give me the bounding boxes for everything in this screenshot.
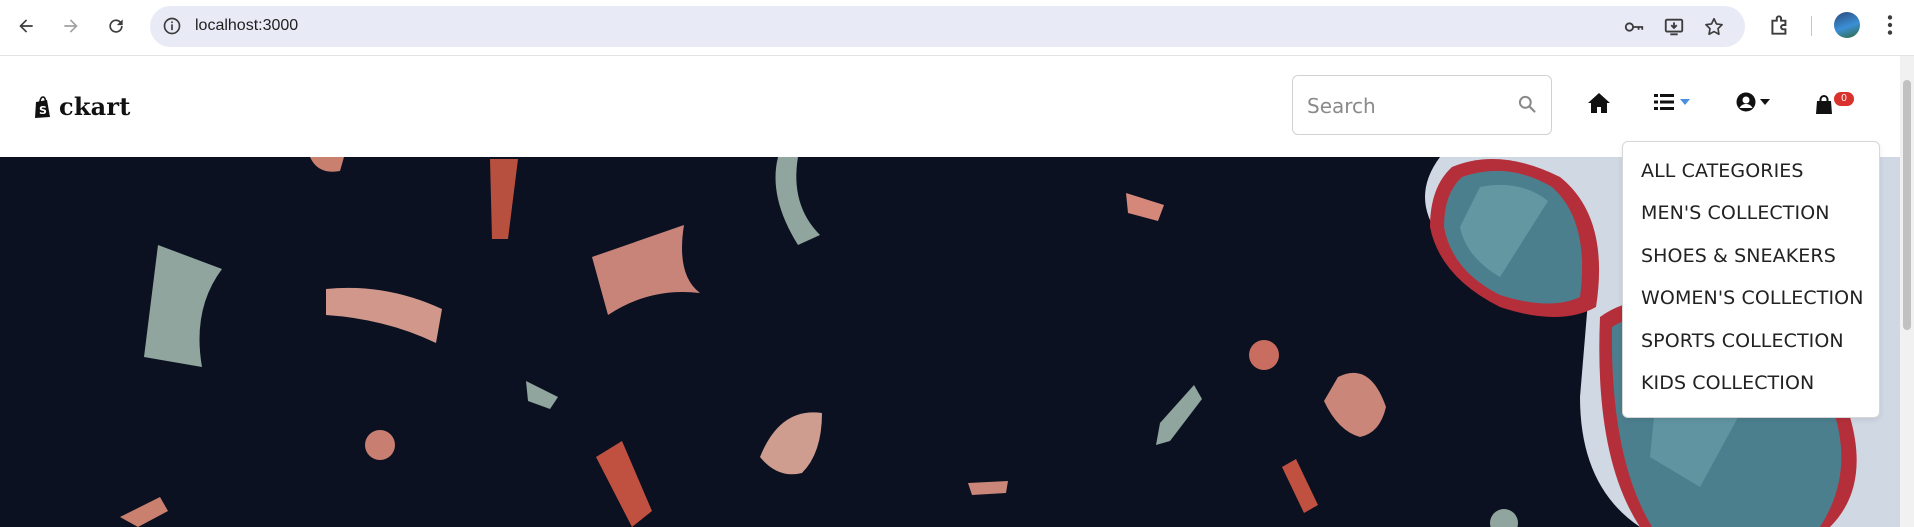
cart-count-badge: 0 — [1834, 92, 1854, 106]
svg-text:S: S — [39, 104, 47, 117]
site-info-icon[interactable] — [162, 16, 182, 36]
dropdown-item-sports-collection[interactable]: SPORTS COLLECTION — [1641, 330, 1844, 352]
extensions-icon[interactable] — [1767, 12, 1793, 38]
shopify-bag-icon: S — [35, 95, 50, 118]
dropdown-item-womens-collection[interactable]: WOMEN'S COLLECTION — [1641, 287, 1864, 309]
install-app-icon[interactable] — [1663, 16, 1685, 38]
toolbar-divider — [1811, 16, 1812, 36]
profile-avatar[interactable] — [1834, 12, 1860, 38]
dropdown-item-all-categories[interactable]: ALL CATEGORIES — [1641, 160, 1804, 182]
user-circle-icon — [1736, 92, 1756, 112]
logo-text: ckart — [59, 92, 131, 121]
hero-banner — [0, 157, 1900, 527]
scrollbar-thumb[interactable] — [1903, 80, 1911, 330]
site-header: S ckart 0 — [0, 56, 1900, 157]
confetti-sunglasses-illustration — [120, 157, 1900, 527]
reload-button[interactable] — [100, 10, 132, 42]
account-menu-button[interactable] — [1736, 92, 1776, 114]
bookmark-star-icon[interactable] — [1703, 16, 1725, 38]
chevron-down-icon — [1760, 99, 1770, 105]
list-icon — [1654, 94, 1674, 110]
forward-icon — [64, 19, 78, 33]
browser-toolbar: localhost:3000 — [0, 0, 1914, 56]
search-input[interactable] — [1305, 90, 1509, 122]
forward-button[interactable] — [55, 10, 87, 42]
categories-menu-button[interactable] — [1654, 92, 1694, 114]
password-key-icon[interactable] — [1623, 16, 1645, 38]
dropdown-item-kids-collection[interactable]: KIDS COLLECTION — [1641, 372, 1814, 394]
url-text[interactable]: localhost:3000 — [195, 17, 298, 35]
dropdown-item-shoes-sneakers[interactable]: SHOES & SNEAKERS — [1641, 245, 1836, 267]
reload-icon — [109, 19, 123, 33]
chevron-down-icon — [1680, 99, 1690, 105]
search-box[interactable] — [1292, 75, 1552, 135]
page-scrollbar[interactable] — [1900, 56, 1914, 527]
back-button[interactable] — [10, 10, 42, 42]
categories-dropdown: ALL CATEGORIES MEN'S COLLECTION SHOES & … — [1622, 141, 1880, 418]
search-icon[interactable] — [1517, 94, 1537, 114]
address-bar[interactable]: localhost:3000 — [150, 6, 1745, 47]
more-menu-icon[interactable] — [1877, 12, 1903, 38]
dropdown-item-mens-collection[interactable]: MEN'S COLLECTION — [1641, 202, 1830, 224]
shopping-bag-icon[interactable] — [1815, 95, 1833, 115]
home-icon[interactable] — [1587, 92, 1611, 114]
back-icon — [19, 19, 33, 33]
site-logo[interactable]: S ckart — [33, 92, 131, 121]
